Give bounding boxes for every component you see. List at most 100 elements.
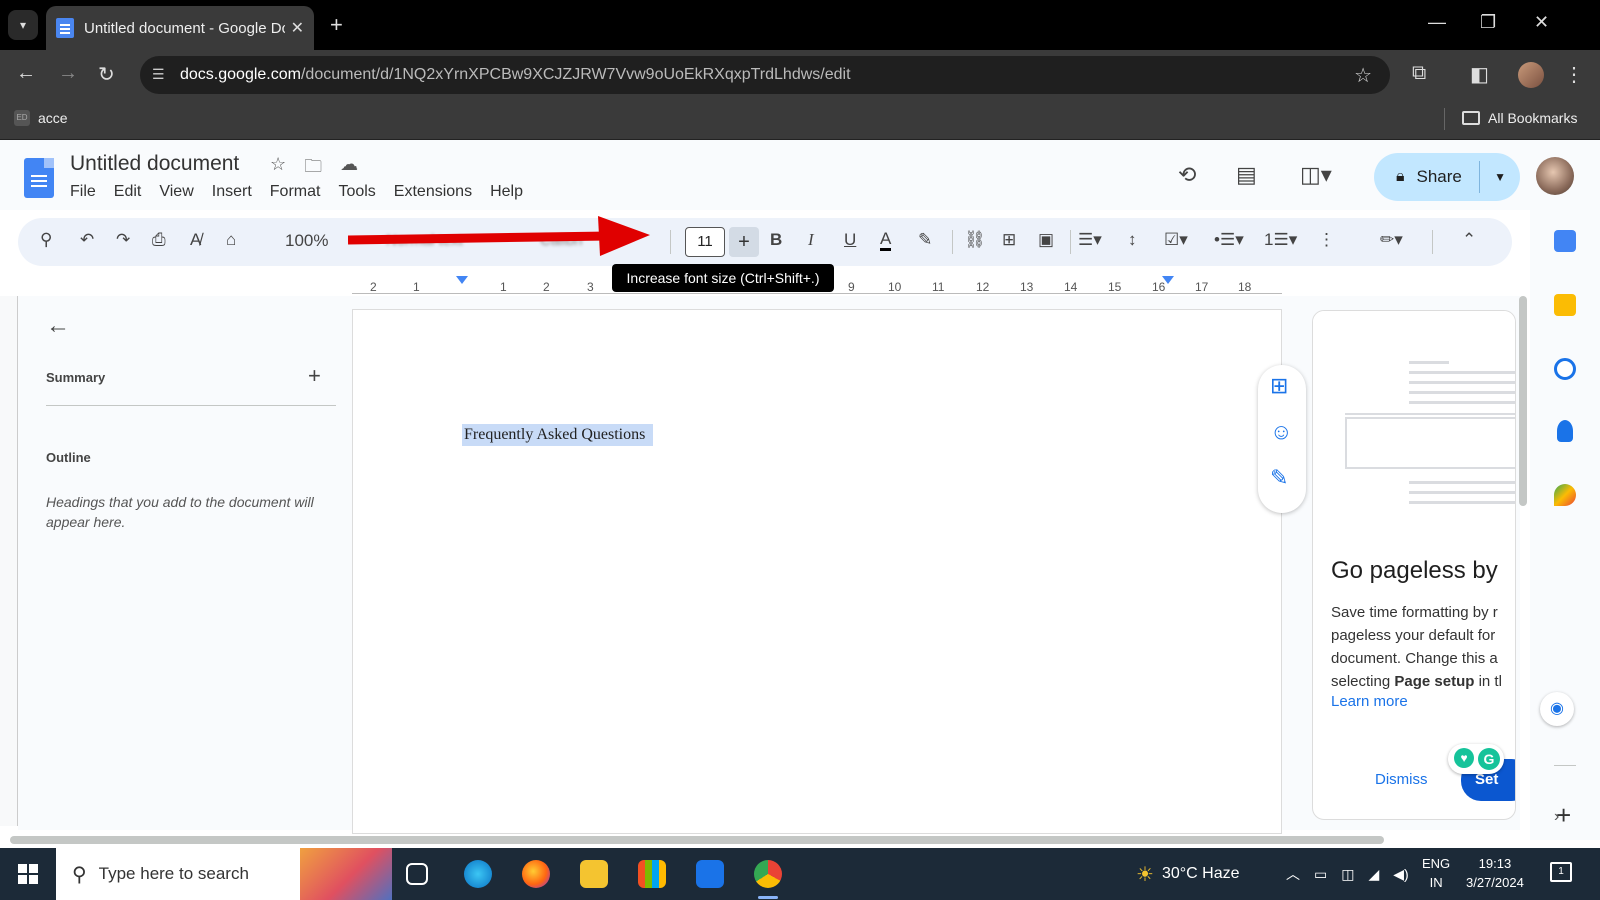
clock[interactable]: 19:13 3/27/2024	[1466, 854, 1524, 892]
checklist-icon[interactable]: ☑▾	[1164, 230, 1188, 250]
tray-chevron-icon[interactable]: ︿	[1286, 864, 1300, 884]
restore-icon[interactable]: ❐	[1480, 12, 1496, 33]
site-info-icon[interactable]: ☰	[152, 66, 170, 84]
bold-icon[interactable]: B	[770, 230, 782, 250]
contacts-icon[interactable]	[1557, 420, 1573, 442]
collapse-menus-icon[interactable]: ⌃	[1462, 230, 1476, 250]
assistant-bot-icon[interactable]: ◉	[1540, 692, 1574, 726]
weather-widget[interactable]: ☀ 30°C Haze	[1136, 848, 1239, 900]
edge-icon[interactable]	[464, 860, 492, 888]
grammarly-widget[interactable]: ♥ G	[1448, 744, 1504, 774]
side-panel-icon[interactable]: ◧	[1470, 62, 1489, 87]
document-title[interactable]: Untitled document	[70, 152, 239, 176]
add-comment-icon[interactable]: ⊞	[1002, 230, 1016, 250]
editing-mode-icon[interactable]: ✏▾	[1380, 230, 1403, 250]
maps-icon[interactable]	[1554, 484, 1576, 506]
volume-icon[interactable]: ◀)	[1393, 866, 1408, 883]
menu-view[interactable]: View	[159, 183, 193, 201]
windows-start-icon[interactable]	[18, 864, 38, 884]
learn-more-link[interactable]: Learn more	[1331, 693, 1408, 710]
add-summary-button[interactable]: +	[308, 363, 321, 389]
battery-icon[interactable]: ▭	[1314, 866, 1327, 883]
numbered-list-icon[interactable]: 1☰▾	[1264, 230, 1297, 250]
share-button[interactable]: 🔒︎ Share ▼	[1374, 153, 1520, 201]
account-avatar[interactable]	[1536, 157, 1574, 195]
browser-profile-avatar[interactable]	[1518, 62, 1544, 88]
file-explorer-icon[interactable]	[580, 860, 608, 888]
menu-file[interactable]: File	[70, 183, 96, 201]
document-page[interactable]	[352, 309, 1282, 834]
taskbar-search[interactable]: ⚲ Type here to search	[56, 848, 300, 900]
font-size-input[interactable]: 11	[685, 227, 725, 257]
close-tab-icon[interactable]: ✕	[291, 18, 304, 38]
meet-now-icon[interactable]: ◫	[1341, 866, 1354, 883]
line-spacing-icon[interactable]: ↕	[1128, 230, 1137, 250]
redo-icon[interactable]: ↷	[116, 230, 130, 250]
align-icon[interactable]: ☰▾	[1078, 230, 1102, 250]
insert-image-icon[interactable]: ▣	[1038, 230, 1054, 250]
reload-icon[interactable]: ↻	[98, 62, 115, 87]
close-outline-icon[interactable]: ←	[46, 312, 70, 340]
horizontal-scrollbar[interactable]	[10, 836, 1384, 844]
increase-font-size-button[interactable]: +	[729, 227, 759, 257]
address-bar[interactable]: ☰ docs.google.com /document/d/1NQ2xYrnXP…	[140, 56, 1390, 94]
search-highlight-image[interactable]	[300, 848, 392, 900]
star-icon[interactable]: ☆	[270, 154, 286, 184]
language-indicator[interactable]: ENG IN	[1422, 854, 1450, 892]
expand-panel-icon[interactable]: ›	[1554, 808, 1559, 826]
close-window-icon[interactable]: ✕	[1534, 12, 1549, 33]
bookmark-star-icon[interactable]: ☆	[1354, 63, 1372, 88]
mail-icon[interactable]	[696, 860, 724, 888]
zoom-select[interactable]: 100%	[285, 231, 328, 251]
forward-icon[interactable]: →	[58, 62, 78, 85]
dismiss-button[interactable]: Dismiss	[1375, 771, 1428, 788]
vertical-scrollbar[interactable]	[1519, 296, 1527, 506]
more-options-icon[interactable]: ⋮	[1318, 230, 1335, 250]
firefox-icon[interactable]	[522, 860, 550, 888]
undo-icon[interactable]: ↶	[80, 230, 94, 250]
left-indent-marker[interactable]	[456, 276, 468, 284]
minimize-icon[interactable]: —	[1428, 12, 1446, 33]
extensions-icon[interactable]: ⧉	[1412, 62, 1426, 85]
notification-icon[interactable]: 1	[1550, 862, 1572, 882]
bookmark-item[interactable]: ED acce	[14, 110, 68, 126]
menu-help[interactable]: Help	[490, 183, 523, 201]
keep-icon[interactable]	[1554, 294, 1576, 316]
underline-icon[interactable]: U	[844, 230, 856, 250]
spellcheck-icon[interactable]: A̸	[190, 230, 201, 250]
new-tab-button[interactable]: +	[330, 12, 343, 38]
right-indent-marker[interactable]	[1162, 276, 1174, 284]
menu-edit[interactable]: Edit	[114, 183, 142, 201]
share-dropdown-icon[interactable]: ▼	[1494, 170, 1506, 184]
link-icon[interactable]: ⛓	[964, 230, 986, 250]
menu-tools[interactable]: Tools	[338, 183, 375, 201]
paint-format-icon[interactable]: ⌂	[226, 230, 236, 250]
docs-logo-icon[interactable]	[24, 158, 54, 198]
network-icon[interactable]: ◢	[1368, 866, 1379, 883]
cloud-status-icon[interactable]: ☁	[340, 154, 358, 184]
comments-icon[interactable]: ▤	[1236, 162, 1257, 188]
menu-extensions[interactable]: Extensions	[394, 183, 472, 201]
search-menus-icon[interactable]: ⚲	[40, 230, 52, 250]
back-icon[interactable]: ←	[16, 62, 36, 85]
task-view-icon[interactable]	[406, 863, 428, 885]
italic-icon[interactable]: I	[808, 230, 814, 250]
text-color-icon[interactable]: A	[880, 230, 892, 251]
tab-search-button[interactable]: ▾	[8, 10, 38, 40]
suggest-edits-icon[interactable]: ✎	[1270, 465, 1288, 491]
menu-insert[interactable]: Insert	[212, 183, 252, 201]
browser-menu-icon[interactable]: ⋮	[1564, 62, 1584, 87]
chrome-icon[interactable]	[754, 860, 782, 899]
highlight-icon[interactable]: ✎	[918, 230, 932, 250]
bulleted-list-icon[interactable]: •☰▾	[1214, 230, 1244, 250]
meet-icon[interactable]: ◫▾	[1300, 162, 1332, 188]
store-icon[interactable]	[638, 860, 666, 888]
calendar-icon[interactable]	[1554, 230, 1576, 252]
move-folder-icon[interactable]: 🗀	[304, 154, 322, 184]
print-icon[interactable]: ⎙	[152, 230, 166, 250]
all-bookmarks-button[interactable]: All Bookmarks	[1462, 110, 1577, 126]
tasks-icon[interactable]	[1554, 358, 1576, 380]
browser-tab-active[interactable]: Untitled document - Google Dc ✕	[46, 6, 314, 50]
selected-text[interactable]: Frequently Asked Questions	[462, 424, 654, 446]
version-history-icon[interactable]: ⟲	[1178, 162, 1196, 188]
